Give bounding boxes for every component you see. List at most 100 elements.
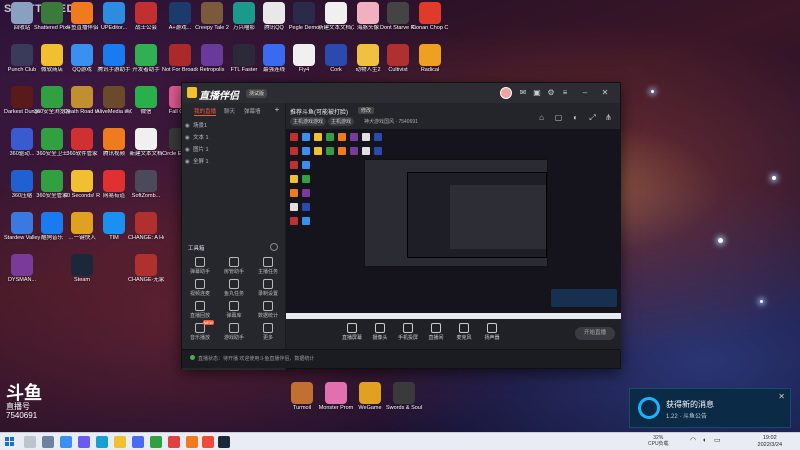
chat-icon[interactable] [78,436,90,448]
toolbar-button[interactable]: 直播间 [422,323,450,341]
steam-icon[interactable] [218,436,230,448]
toolbox-item[interactable]: 弹幕助手 [183,257,217,275]
desktop-icon[interactable]: CHANGE: A Homeless... [128,212,164,242]
desktop-icon[interactable]: Not For Broadcast [162,44,198,74]
douyu-icon[interactable] [202,436,214,448]
desktop-icon[interactable]: WeGame [352,382,388,412]
gift-icon[interactable]: ▣ [532,88,542,98]
desktop-icon[interactable]: Turmoil [284,382,320,412]
toolbox-item[interactable]: 更多 [251,323,285,341]
tab-danmu-wall[interactable]: 弹幕墙 [244,107,261,115]
widgets-icon[interactable] [60,436,72,448]
desktop-icon[interactable]: QQ游戏 [64,44,100,74]
fullscreen-icon[interactable]: ⤢ [588,113,597,122]
desktop-icon[interactable]: Retropolis [194,44,230,74]
toolbox-item[interactable]: 音乐播放 NEW [183,320,217,341]
toolbox-settings-icon[interactable] [270,243,278,251]
desktop-icon[interactable]: 网易有道 [96,170,132,200]
desktop-icon[interactable]: Fly4 [286,44,322,74]
toolbar-button[interactable]: 手机投屏 [394,323,422,341]
desktop-icon[interactable]: A+游戏... [162,2,198,32]
eye-icon[interactable]: ◉ [185,121,193,131]
toolbar-button[interactable]: 直播屏幕 [338,323,366,341]
desktop-icon[interactable]: 60 Seconds! Reatomized [64,170,100,200]
stream-title[interactable]: 推荐斗鱼(可能被打脸) [290,107,348,116]
explorer-icon[interactable] [114,436,126,448]
desktop-icon[interactable]: UPEditor... [96,2,132,32]
toolbox-item[interactable]: 鱼丸任务 [217,279,251,297]
tab-my-stream[interactable]: 我的直播 [194,107,217,116]
stream-preview[interactable] [286,129,621,319]
share-icon[interactable]: ⋔ [604,113,613,122]
toolbox-item[interactable]: 直播回放 [183,301,217,319]
desktop-icon[interactable]: 新建文本文档 [128,128,164,158]
volume-icon[interactable]: ◖ [702,437,706,444]
minimize-icon[interactable]: – [580,88,590,98]
toolbox-item[interactable]: 录制设置 [251,279,285,297]
desktop-icon[interactable]: DYSMAN... [4,254,40,284]
start-live-button[interactable]: 开始直播 [575,327,615,340]
desktop-icon[interactable]: Swords & Souls Ne... [386,382,422,412]
tab-chat[interactable]: 聊天 [224,107,235,115]
desktop-icon[interactable]: 战士公会 [128,2,164,32]
browser-icon[interactable] [150,436,162,448]
settings-icon[interactable]: ⚙ [546,88,556,98]
desktop-icon[interactable]: CHANGE·无家可归的... [128,254,164,284]
desktop-icon[interactable]: Steam [64,254,100,284]
toolbar-button[interactable]: 麦克风 [450,323,478,341]
desktop-icon[interactable]: 斗鱼直播伴侣 [64,2,100,32]
toolbox-item[interactable]: 数据统计 [251,301,285,319]
clock[interactable]: 19:02 2022/3/24 [758,435,782,448]
desktop-icon[interactable]: SoftZomb... [128,170,164,200]
user-avatar[interactable] [500,87,512,99]
desktop-icon[interactable]: Death Road to Canada [64,86,100,116]
edit-title-button[interactable]: 修改 [358,107,375,114]
title-bar[interactable]: 直播伴侣 测试版 ✉ ▣ ⚙ ≡ – ✕ [182,83,620,103]
close-icon[interactable]: ✕ [600,88,610,98]
cpu-indicator[interactable]: 32% CPU负载 [648,435,669,447]
search-icon[interactable] [24,436,36,448]
store-icon[interactable] [132,436,144,448]
desktop-icon[interactable]: 微信 [128,86,164,116]
category-tag[interactable]: 主机游戏 [328,117,355,126]
desktop-icon[interactable]: Cork [318,44,354,74]
eye-icon[interactable]: ◉ [185,157,193,167]
desktop-icon[interactable]: Conan Chop Chop [412,2,448,32]
desktop-icon[interactable]: 开发者助手 [128,44,164,74]
eye-icon[interactable]: ◉ [185,145,193,155]
scene-item[interactable]: ◉ 文本 1 [185,133,283,143]
lock-icon[interactable]: ⌂ [537,113,546,122]
wifi-icon[interactable]: ◠ [690,437,696,444]
toolbox-item[interactable]: 主播任务 [251,257,285,275]
edge-icon[interactable] [96,436,108,448]
desktop-icon[interactable]: 新建文本文档(3) [318,2,354,32]
toolbar-button[interactable]: 扬声器 [478,323,506,341]
camera-icon[interactable]: ▢ [554,113,563,122]
desktop-icon[interactable]: Creepy Tale 2 [194,2,230,32]
desktop-icon[interactable]: 腾讯视频 [96,128,132,158]
app-icon[interactable] [168,436,180,448]
desktop-icon[interactable]: AliveMedia 画C [96,86,132,116]
desktop-icon[interactable]: 腾讯手游助手 [96,44,132,74]
scene-item[interactable]: ◉ 场景1 [185,121,283,131]
desktop-icon[interactable]: Pegle Demo [286,2,322,32]
message-icon[interactable]: ✉ [518,88,528,98]
desktop-icon[interactable]: 360软件管家 [64,128,100,158]
task-view-icon[interactable] [42,436,54,448]
eye-icon[interactable]: ◉ [185,133,193,143]
toolbox-item[interactable]: 游戏助手 [217,323,251,341]
category-tag[interactable]: 主机游戏游戏 [290,117,327,126]
add-scene-icon[interactable]: + [272,105,282,115]
toolbar-button[interactable]: 摄像头 [366,323,394,341]
battery-icon[interactable]: ▭ [714,437,721,444]
windows-start-icon[interactable] [5,437,15,447]
scene-item[interactable]: ◉ 图片 1 [185,145,283,155]
app-icon[interactable] [186,436,198,448]
desktop-icon[interactable]: TIM [96,212,132,242]
close-icon[interactable]: ✕ [778,392,785,401]
toolbox-item[interactable]: 弹幕库 [217,301,251,319]
notification-toast[interactable]: 获得新的消息 1.22 · 斗鱼公告 ✕ [629,388,791,428]
desktop-icon[interactable]: Radical [412,44,448,74]
scene-item[interactable]: ◉ 全屏 1 [185,157,283,167]
mute-icon[interactable]: ◐ [571,113,580,122]
